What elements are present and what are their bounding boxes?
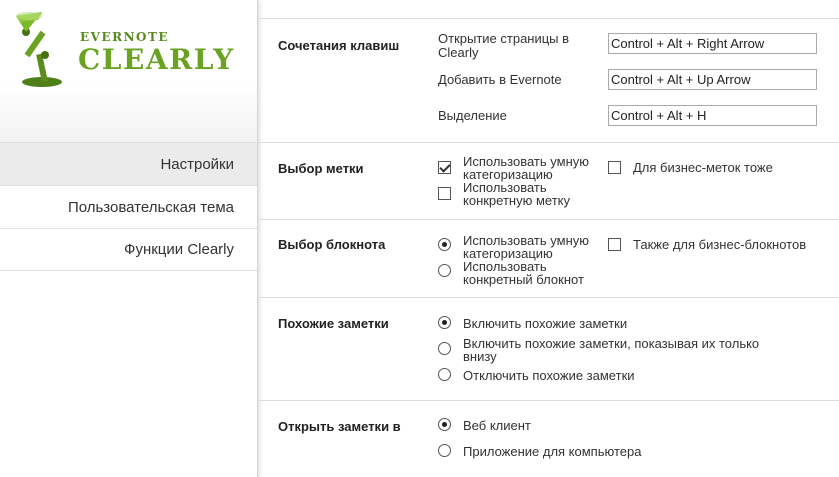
sidebar-item-settings[interactable]: Настройки: [0, 142, 257, 185]
brand-clearly: CLEARLY: [78, 43, 235, 76]
logo-area: EVERNOTE CLEARLY: [0, 0, 257, 142]
notebook-business-checkbox[interactable]: [608, 238, 621, 251]
settings-panel: Сочетания клавиш Открытие страницы в Cle…: [258, 0, 839, 477]
notebook-choice-section: Выбор блокнота Использовать умную катего…: [258, 219, 839, 297]
related-disable-label: Отключить похожие заметки: [463, 368, 635, 383]
sidebar-item-custom-theme[interactable]: Пользовательская тема: [0, 185, 257, 228]
related-notes-label: Похожие заметки: [278, 316, 389, 331]
tag-specific-checkbox[interactable]: [438, 187, 451, 200]
tag-smart-checkbox[interactable]: [438, 161, 451, 174]
shortcut-open-input[interactable]: [608, 33, 817, 54]
lamp-logo-icon: [16, 12, 62, 87]
open-desktop-label: Приложение для компьютера: [463, 444, 642, 459]
open-desktop-radio[interactable]: [438, 444, 451, 457]
tag-smart-label: Использовать умную категоризацию: [463, 154, 589, 182]
open-notes-section: Открыть заметки в Веб клиент Приложение …: [258, 400, 839, 477]
notebook-smart-label: Использовать умную категоризацию: [463, 233, 589, 261]
sidebar-nav: Настройки Пользовательская тема Функции …: [0, 142, 257, 271]
related-enable-radio[interactable]: [438, 316, 451, 329]
shortcut-highlight-input[interactable]: [608, 105, 817, 126]
open-web-label: Веб клиент: [463, 418, 531, 433]
notebook-smart-radio[interactable]: [438, 238, 451, 251]
notebook-business-label: Также для бизнес-блокнотов: [633, 237, 807, 252]
notebook-choice-label: Выбор блокнота: [278, 237, 386, 252]
related-bottom-radio[interactable]: [438, 342, 451, 355]
sidebar-item-label: Пользовательская тема: [67, 198, 234, 216]
notebook-specific-radio[interactable]: [438, 264, 451, 277]
brand-evernote: EVERNOTE: [80, 30, 170, 44]
related-enable-label: Включить похожие заметки: [463, 316, 628, 331]
sidebar-item-clearly-features[interactable]: Функции Clearly: [0, 228, 257, 271]
shortcut-add-input[interactable]: [608, 69, 817, 90]
shortcuts-section: Сочетания клавиш Открытие страницы в Cle…: [258, 18, 839, 142]
shortcuts-label: Сочетания клавиш: [278, 38, 400, 53]
shortcut-add-label: Добавить в Evernote: [438, 72, 562, 87]
tag-choice-section: Выбор метки Использовать умную категориз…: [258, 142, 839, 219]
open-web-radio[interactable]: [438, 418, 451, 431]
shortcut-open-label: Открытие страницы в Clearly: [438, 31, 570, 60]
tag-choice-label: Выбор метки: [278, 161, 364, 176]
related-bottom-label: Включить похожие заметки, показывая их т…: [463, 336, 760, 364]
tag-business-checkbox[interactable]: [608, 161, 621, 174]
sidebar-item-label: Настройки: [160, 155, 234, 173]
sidebar-item-label: Функции Clearly: [124, 241, 234, 258]
notebook-specific-label: Использовать конкретный блокнот: [463, 259, 584, 287]
open-notes-label: Открыть заметки в: [278, 419, 401, 434]
sidebar: EVERNOTE CLEARLY Настройки Пользовательс…: [0, 0, 258, 477]
related-disable-radio[interactable]: [438, 368, 451, 381]
shortcut-highlight-label: Выделение: [438, 108, 507, 123]
tag-business-label: Для бизнес-меток тоже: [633, 160, 773, 175]
tag-specific-label: Использовать конкретную метку: [463, 180, 570, 208]
related-notes-section: Похожие заметки Включить похожие заметки…: [258, 297, 839, 400]
